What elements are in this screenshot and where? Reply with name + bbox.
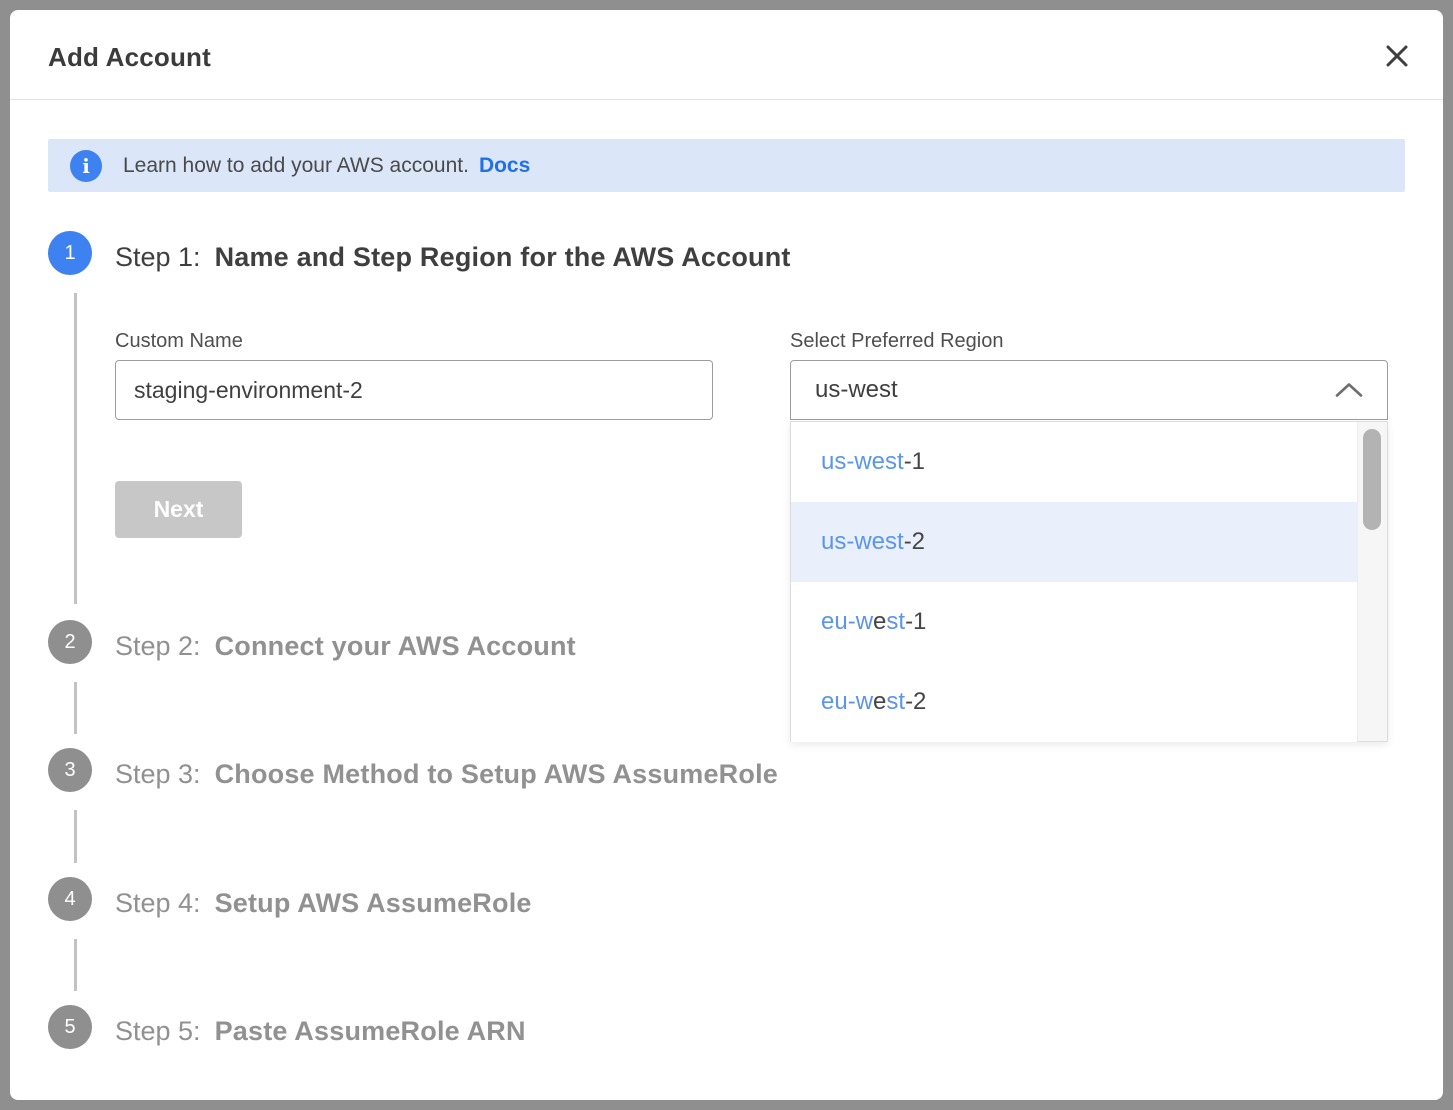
region-select[interactable]: us-west: [790, 360, 1388, 420]
close-icon: [1384, 43, 1410, 69]
region-option[interactable]: eu-west-1: [791, 582, 1357, 662]
close-button[interactable]: [1379, 38, 1415, 74]
add-account-modal: Add Account i Learn how to add your AWS …: [10, 10, 1443, 1100]
step-5-name: Paste AssumeRole ARN: [215, 1016, 526, 1047]
step-3-indicator: 3: [48, 748, 92, 792]
info-icon: i: [70, 150, 102, 182]
info-banner: i Learn how to add your AWS account. Doc…: [48, 139, 1405, 192]
option-text: e: [873, 688, 886, 716]
region-dropdown: us-west-1us-west-2eu-west-1eu-west-2: [790, 421, 1388, 742]
option-match-text: eu-w: [821, 688, 873, 716]
banner-text: Learn how to add your AWS account.: [123, 154, 469, 178]
region-option[interactable]: us-west-2: [791, 502, 1357, 582]
option-match-text: us-west: [821, 448, 904, 476]
screen: { "modal": { "title": "Add Account" }, "…: [0, 0, 1453, 1110]
option-text: -2: [905, 688, 926, 716]
step-4-prefix: Step 4:: [115, 888, 201, 919]
chevron-up-icon: [1335, 382, 1363, 398]
modal-title: Add Account: [48, 42, 211, 73]
step-2-title: Step 2: Connect your AWS Account: [115, 624, 576, 668]
option-match-text: eu-w: [821, 608, 873, 636]
step-1-number: 1: [64, 242, 75, 265]
step-3-title: Step 3: Choose Method to Setup AWS Assum…: [115, 752, 778, 796]
step-1-name: Name and Step Region for the AWS Account: [215, 242, 791, 273]
step-1-prefix: Step 1:: [115, 242, 201, 273]
step-connector: [74, 682, 77, 734]
step-1-indicator: 1: [48, 231, 92, 275]
step-2-indicator: 2: [48, 620, 92, 664]
step-5-number: 5: [64, 1016, 75, 1039]
step-connector: [74, 939, 77, 991]
step-3-name: Choose Method to Setup AWS AssumeRole: [215, 759, 778, 790]
next-button[interactable]: Next: [115, 481, 242, 538]
step-1-title: Step 1: Name and Step Region for the AWS…: [115, 235, 791, 279]
region-option[interactable]: eu-west-2: [791, 662, 1357, 742]
step-connector: [74, 293, 77, 604]
modal-header: Add Account: [10, 10, 1443, 100]
step-4-title: Step 4: Setup AWS AssumeRole: [115, 881, 532, 925]
step-4-indicator: 4: [48, 877, 92, 921]
step-5-indicator: 5: [48, 1005, 92, 1049]
option-text: -1: [904, 448, 925, 476]
step-5-prefix: Step 5:: [115, 1016, 201, 1047]
step-2-number: 2: [64, 631, 75, 654]
step-2-prefix: Step 2:: [115, 631, 201, 662]
docs-link[interactable]: Docs: [479, 154, 530, 178]
option-match-text: st: [886, 608, 905, 636]
dropdown-scrollbar-thumb[interactable]: [1363, 429, 1381, 530]
option-text: -1: [905, 608, 926, 636]
dropdown-scrollbar-track[interactable]: [1357, 422, 1387, 741]
option-text: e: [873, 608, 886, 636]
step-2-name: Connect your AWS Account: [215, 631, 576, 662]
step-5-title: Step 5: Paste AssumeRole ARN: [115, 1009, 526, 1053]
custom-name-input[interactable]: [115, 360, 713, 420]
step-4-name: Setup AWS AssumeRole: [215, 888, 532, 919]
region-option[interactable]: us-west-1: [791, 422, 1357, 502]
step-3-prefix: Step 3:: [115, 759, 201, 790]
region-dropdown-options: us-west-1us-west-2eu-west-1eu-west-2: [791, 422, 1357, 741]
custom-name-label: Custom Name: [115, 330, 243, 353]
option-match-text: st: [886, 688, 905, 716]
step-4-number: 4: [64, 888, 75, 911]
option-match-text: us-west: [821, 528, 904, 556]
region-label: Select Preferred Region: [790, 330, 1003, 353]
option-text: -2: [904, 528, 925, 556]
step-connector: [74, 810, 77, 863]
region-select-value: us-west: [815, 376, 1335, 404]
step-3-number: 3: [64, 759, 75, 782]
